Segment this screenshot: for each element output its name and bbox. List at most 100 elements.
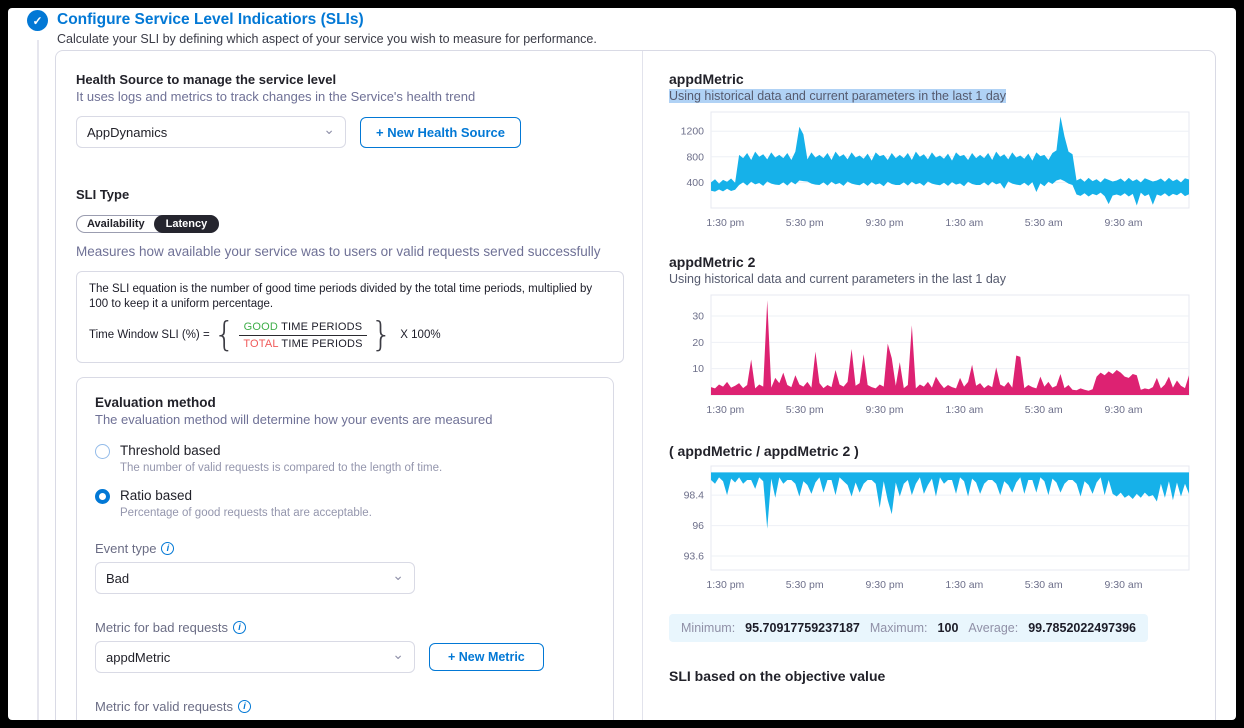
sli-objective-heading: SLI based on the objective value — [669, 668, 1196, 684]
maximum-value: 100 — [938, 621, 959, 635]
svg-text:5:30 pm: 5:30 pm — [786, 404, 824, 416]
svg-text:9:30 pm: 9:30 pm — [866, 217, 904, 229]
radio-threshold-based[interactable]: Threshold based The number of valid requ… — [95, 443, 595, 474]
sli-type-option-availability[interactable]: Availability — [77, 216, 155, 232]
svg-text:9:30 pm: 9:30 pm — [866, 579, 904, 591]
metric-valid-label-row: Metric for valid requests i — [95, 699, 595, 714]
chevron-down-icon: ⌄ — [392, 570, 404, 580]
chevron-down-icon: ⌄ — [392, 649, 404, 659]
sli-type-description: Measures how available your service was … — [76, 243, 620, 261]
sli-stats-bar: Minimum: 95.70917759237187 Maximum: 100 … — [669, 614, 1148, 642]
metric-bad-label: Metric for bad requests — [95, 620, 228, 635]
svg-text:1:30 pm: 1:30 pm — [706, 579, 744, 591]
svg-text:1:30 am: 1:30 am — [945, 404, 983, 416]
svg-text:9:30 pm: 9:30 pm — [866, 404, 904, 416]
appdmetric-chart: 1200 800 400 1:30 pm 5:30 pm 9:30 pm 1:30 am 5:… — [669, 111, 1196, 238]
step-complete-check-icon: ✓ — [27, 10, 48, 31]
evaluation-method-label: Evaluation method — [95, 394, 595, 411]
event-type-label: Event type — [95, 541, 156, 556]
svg-text:5:30 pm: 5:30 pm — [786, 217, 824, 229]
svg-text:5:30 pm: 5:30 pm — [786, 579, 824, 591]
info-icon[interactable]: i — [233, 621, 246, 634]
maximum-label: Maximum: — [870, 621, 928, 635]
new-metric-button-bad[interactable]: + New Metric — [429, 643, 544, 671]
svg-text:5:30 am: 5:30 am — [1025, 217, 1063, 229]
svg-text:30: 30 — [692, 311, 704, 323]
ratio-based-label: Ratio based — [120, 488, 372, 504]
svg-text:9:30 am: 9:30 am — [1105, 217, 1143, 229]
svg-text:1:30 pm: 1:30 pm — [706, 404, 744, 416]
minimum-label: Minimum: — [681, 621, 735, 635]
svg-text:400: 400 — [686, 177, 704, 189]
metric-bad-value: appdMetric — [106, 650, 170, 665]
event-type-select[interactable]: Bad ⌄ — [95, 562, 415, 594]
app-window: ✓ Configure Service Level Indicatiors (S… — [8, 8, 1236, 720]
average-value: 99.7852022497396 — [1028, 621, 1136, 635]
chart3-title: ( appdMetric / appdMetric 2 ) — [669, 443, 1196, 459]
svg-text:9:30 am: 9:30 am — [1105, 579, 1143, 591]
sli-type-option-latency[interactable]: Latency — [154, 215, 220, 233]
info-icon[interactable]: i — [238, 700, 251, 713]
equation-lhs: Time Window SLI (%) = — [89, 329, 210, 341]
svg-text:800: 800 — [686, 151, 704, 163]
sli-equation-box: The SLI equation is the number of good t… — [76, 271, 624, 363]
svg-text:1:30 am: 1:30 am — [945, 579, 983, 591]
health-source-value: AppDynamics — [87, 125, 167, 140]
chart1-subtitle: Using historical data and current parame… — [669, 87, 1196, 105]
evaluation-method-description: The evaluation method will determine how… — [95, 411, 595, 429]
open-brace: { — [214, 318, 236, 352]
chart2-subtitle: Using historical data and current parame… — [669, 270, 1196, 288]
total-term: TOTAL — [243, 338, 278, 350]
sli-equation-text: The SLI equation is the number of good t… — [89, 282, 611, 312]
health-source-description: It uses logs and metrics to track change… — [76, 88, 620, 106]
svg-text:1200: 1200 — [681, 126, 705, 138]
sli-type-toggle: Availability Latency — [76, 215, 219, 233]
sli-equation-formula: Time Window SLI (%) = { GOOD TIME PERIOD… — [89, 318, 611, 352]
info-icon[interactable]: i — [161, 542, 174, 555]
svg-text:10: 10 — [692, 363, 704, 375]
step-connector-line — [37, 40, 39, 720]
sli-config-panel: Health Source to manage the service leve… — [55, 50, 1216, 720]
svg-text:96: 96 — [692, 520, 704, 532]
svg-text:1:30 am: 1:30 am — [945, 217, 983, 229]
metric-bad-label-row: Metric for bad requests i — [95, 620, 595, 635]
svg-text:9:30 am: 9:30 am — [1105, 404, 1143, 416]
chevron-down-icon: ⌄ — [323, 124, 335, 134]
minimum-value: 95.70917759237187 — [745, 621, 860, 635]
metric-valid-label: Metric for valid requests — [95, 699, 233, 714]
svg-text:93.6: 93.6 — [684, 551, 705, 563]
threshold-based-description: The number of valid requests is compared… — [120, 462, 442, 474]
good-term: GOOD — [244, 321, 278, 333]
appdmetric2-chart: 3020101:30 pm5:30 pm9:30 pm1:30 am5:30 a… — [669, 294, 1196, 425]
sli-form-column: Health Source to manage the service leve… — [56, 51, 642, 720]
metric-bad-select[interactable]: appdMetric ⌄ — [95, 641, 415, 673]
new-health-source-button[interactable]: + New Health Source — [360, 117, 521, 148]
denominator-rest: TIME PERIODS — [281, 338, 362, 350]
page-subtitle: Calculate your SLI by defining which asp… — [57, 32, 597, 46]
ratio-based-description: Percentage of good requests that are acc… — [120, 507, 372, 519]
event-type-value: Bad — [106, 571, 129, 586]
health-source-select[interactable]: AppDynamics ⌄ — [76, 116, 346, 148]
page-title: Configure Service Level Indicatiors (SLI… — [57, 11, 364, 29]
charts-column: appdMetric Using historical data and cur… — [642, 51, 1216, 720]
event-type-label-row: Event type i — [95, 541, 595, 556]
average-label: Average: — [968, 621, 1018, 635]
ratio-chart: 98.4 96 93.6 1:30 pm 5:30 pm 9:30 pm 1:30 am 5:… — [669, 465, 1196, 600]
radio-ratio-based[interactable]: Ratio based Percentage of good requests … — [95, 488, 595, 519]
health-source-label: Health Source to manage the service leve… — [76, 71, 620, 88]
equation-fraction: GOOD TIME PERIODS TOTAL TIME PERIODS — [239, 321, 366, 350]
svg-text:5:30 am: 5:30 am — [1025, 579, 1063, 591]
svg-text:98.4: 98.4 — [684, 490, 705, 502]
equation-rhs: X 100% — [400, 329, 440, 341]
chart1-title: appdMetric — [669, 71, 1196, 87]
sli-type-label: SLI Type — [76, 186, 620, 203]
radio-circle-selected[interactable] — [95, 489, 110, 504]
svg-text:1:30 pm: 1:30 pm — [706, 217, 744, 229]
svg-text:20: 20 — [692, 337, 704, 349]
check-glyph: ✓ — [32, 14, 42, 28]
threshold-based-label: Threshold based — [120, 443, 442, 459]
close-brace: } — [371, 318, 393, 352]
chart2-title: appdMetric 2 — [669, 254, 1196, 270]
radio-circle-unselected[interactable] — [95, 444, 110, 459]
numerator-rest: TIME PERIODS — [281, 321, 362, 333]
